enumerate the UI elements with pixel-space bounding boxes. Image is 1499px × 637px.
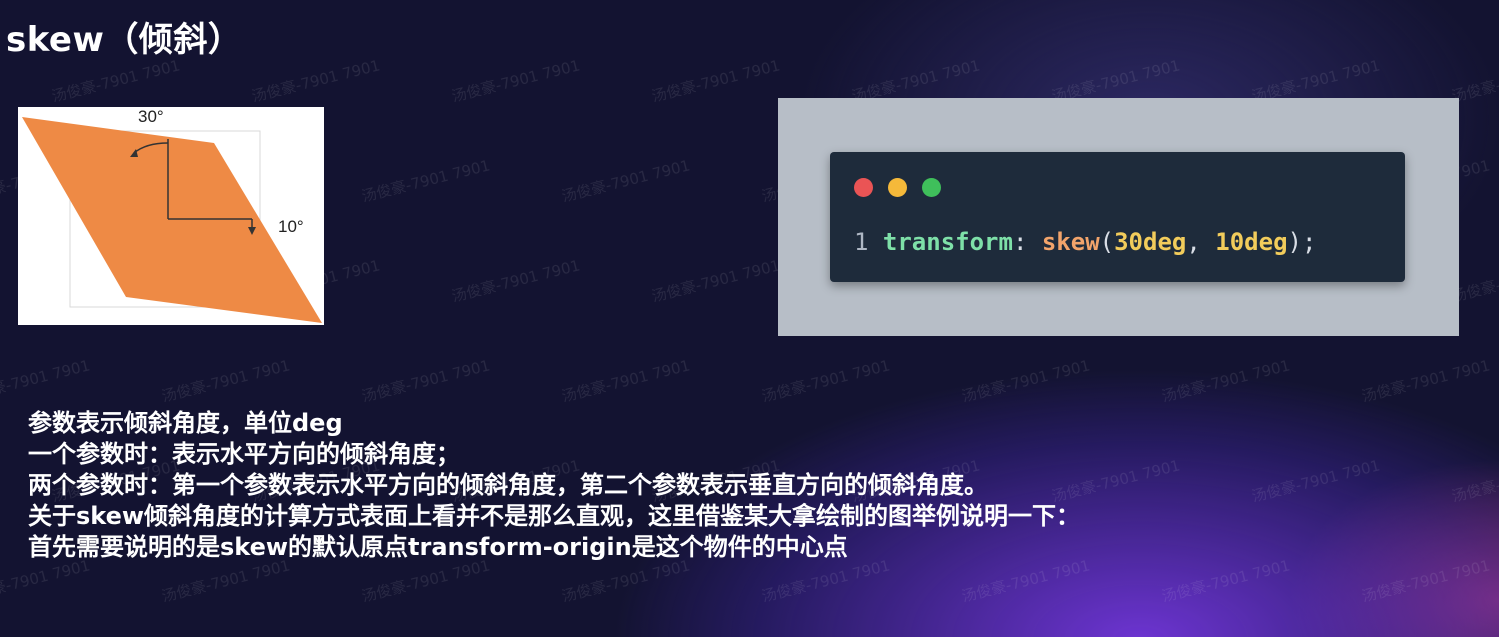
watermark-text: 汤俊豪-7901 7901 (559, 156, 692, 206)
watermark-text: 汤俊豪-7901 7901 (1159, 356, 1292, 406)
window-close-dot (854, 178, 873, 197)
watermark-text: 汤俊豪-7901 7901 (649, 256, 782, 306)
code-arg-2: 10deg (1215, 228, 1288, 256)
watermark-text: 汤俊豪-7901 7901 (449, 256, 582, 306)
watermark-text: 汤俊豪-7901 7901 (959, 356, 1092, 406)
angle-y-label: 10° (278, 217, 304, 236)
description-line-3: 两个参数时：第一个参数表示水平方向的倾斜角度，第二个参数表示垂直方向的倾斜角度。 (28, 471, 988, 499)
code-function: skew (1041, 228, 1100, 256)
slide-title: skew（倾斜） (6, 20, 243, 60)
line-number: 1 (854, 228, 869, 256)
code-arg-1: 30deg (1114, 228, 1187, 256)
description-line-5: 首先需要说明的是skew的默认原点transform-origin是这个物件的中… (28, 533, 848, 561)
code-property: transform (882, 228, 1013, 256)
skew-diagram: 30° 10° (18, 107, 324, 325)
description-line-1: 参数表示倾斜角度，单位deg (28, 409, 343, 437)
description-text: 参数表示倾斜角度，单位deg 一个参数时：表示水平方向的倾斜角度； 两个参数时：… (28, 408, 1080, 563)
watermark-text: 汤俊豪-7901 7901 (0, 356, 92, 406)
description-line-2: 一个参数时：表示水平方向的倾斜角度； (28, 440, 460, 468)
watermark-text: 汤俊豪-7901 7901 (649, 56, 782, 106)
code-colon: : (1012, 228, 1028, 256)
code-close: ); (1287, 228, 1317, 256)
watermark-text: 汤俊豪-7901 7901 (359, 156, 492, 206)
code-line-1: 1 transform: skew(30deg, 10deg); (854, 228, 1316, 256)
code-open-paren: ( (1099, 228, 1115, 256)
code-snippet-panel: 1 transform: skew(30deg, 10deg); (778, 98, 1459, 336)
window-maximize-dot (922, 178, 941, 197)
description-line-4: 关于skew倾斜角度的计算方式表面上看并不是那么直观，这里借鉴某大拿绘制的图举例… (28, 502, 1081, 530)
watermark-text: 汤俊豪-7901 7901 (1159, 556, 1292, 606)
angle-x-label: 30° (138, 107, 164, 126)
skewed-parallelogram (22, 117, 322, 323)
watermark-text: 汤俊豪-7901 7901 (759, 356, 892, 406)
watermark-text: 汤俊豪-7901 7901 (159, 356, 292, 406)
watermark-text: 汤俊豪-7901 7901 (559, 356, 692, 406)
watermark-text: 汤俊豪-7901 7901 (359, 356, 492, 406)
watermark-text: 汤俊豪-7901 7901 (1249, 456, 1382, 506)
code-comma: , (1186, 228, 1201, 256)
watermark-text: 汤俊豪-7901 7901 (1449, 456, 1499, 506)
code-window: 1 transform: skew(30deg, 10deg); (830, 152, 1405, 282)
skew-diagram-graphic (22, 117, 322, 323)
watermark-text: 汤俊豪-7901 7901 (1359, 556, 1492, 606)
watermark-text: 汤俊豪-7901 7901 (49, 56, 182, 106)
window-minimize-dot (888, 178, 907, 197)
watermark-text: 汤俊豪-7901 7901 (249, 56, 382, 106)
watermark-text: 汤俊豪-7901 7901 (449, 56, 582, 106)
watermark-text: 汤俊豪-7901 7901 (1359, 356, 1492, 406)
